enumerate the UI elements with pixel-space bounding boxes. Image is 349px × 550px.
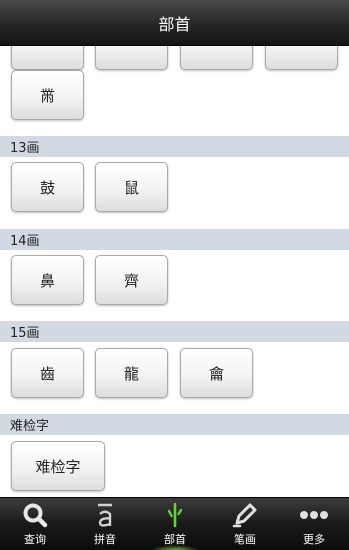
radical-list[interactable]: 黹 13画 鼓 鼠 14画 鼻 齊 15画 齒 龍 龠 难检字 难检字 <box>0 46 349 497</box>
tab-label: 笔画 <box>234 533 256 546</box>
section-header-difficult: 难检字 <box>0 414 349 435</box>
tab-pinyin[interactable]: 拼音 <box>70 498 140 550</box>
radical-button[interactable] <box>11 46 84 70</box>
page-title: 部首 <box>158 14 191 34</box>
section-header-13: 13画 <box>0 136 349 157</box>
tab-stroke[interactable]: 笔画 <box>210 498 280 550</box>
difficult-chars-button[interactable]: 难检字 <box>11 441 105 491</box>
radical-button[interactable]: 龍 <box>95 348 168 398</box>
pencil-icon <box>228 500 262 530</box>
radical-button[interactable]: 鼻 <box>11 255 84 305</box>
section-header-14: 14画 <box>0 229 349 250</box>
radical-button[interactable]: 龠 <box>180 348 253 398</box>
title-bar: 部首 <box>0 0 349 46</box>
tab-more[interactable]: 更多 <box>279 498 349 550</box>
radical-button[interactable] <box>265 46 338 70</box>
pinyin-icon <box>88 500 122 530</box>
bottom-tab-bar: 查询 拼音 部首 笔画 更多 <box>0 497 349 550</box>
radical-button[interactable]: 黹 <box>11 70 84 120</box>
tab-search[interactable]: 查询 <box>0 498 70 550</box>
tab-label: 查询 <box>24 533 46 546</box>
radical-button[interactable]: 齒 <box>11 348 84 398</box>
radical-button[interactable]: 齊 <box>95 255 168 305</box>
tab-label: 更多 <box>303 533 325 546</box>
section-header-15: 15画 <box>0 321 349 342</box>
tab-label: 拼音 <box>94 533 116 546</box>
radical-icon <box>158 500 192 530</box>
radical-button[interactable]: 鼠 <box>95 162 168 212</box>
radical-button[interactable] <box>95 46 168 70</box>
radical-button[interactable] <box>180 46 253 70</box>
more-icon <box>297 500 331 530</box>
tab-radical[interactable]: 部首 <box>140 498 210 550</box>
tab-label: 部首 <box>164 533 186 546</box>
radical-button[interactable]: 鼓 <box>11 162 84 212</box>
search-icon <box>18 500 52 530</box>
